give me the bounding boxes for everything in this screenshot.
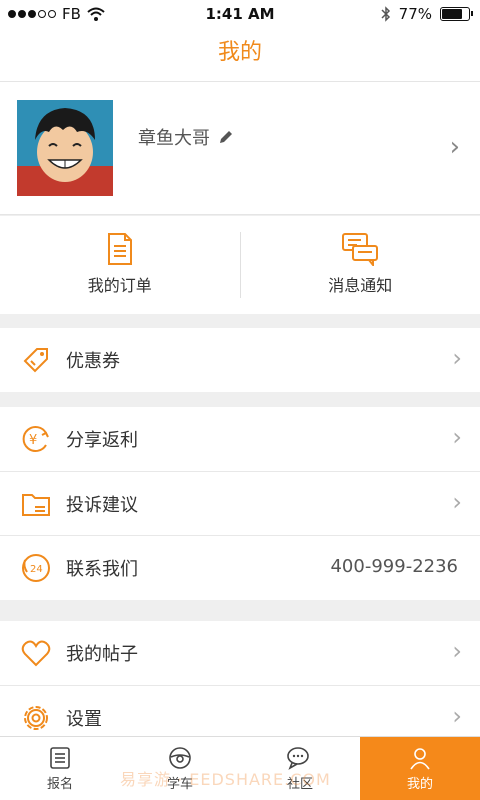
nav-bar: 我的 (0, 28, 480, 82)
menu-item-complaints[interactable]: 投诉建议 › (0, 472, 480, 536)
yen-rebate-icon: ¥ (22, 426, 49, 452)
svg-text:24: 24 (30, 564, 43, 575)
tag-icon (23, 348, 48, 373)
folder-icon (22, 494, 50, 516)
avatar[interactable] (17, 100, 113, 196)
battery-icon (440, 7, 473, 21)
heart-icon (21, 640, 51, 667)
battery-percent: 77% (398, 5, 432, 23)
settings-label: 设置 (66, 709, 102, 730)
menu-item-coupons[interactable]: 优惠券 › (0, 328, 480, 392)
chevron-right-icon: › (452, 488, 462, 516)
tab-me[interactable]: 我的 (360, 737, 480, 800)
menu-item-contact[interactable]: 24 联系我们 400-999-2236 (0, 536, 480, 600)
page-title: 我的 (217, 40, 262, 65)
chat-bubbles-icon (342, 233, 379, 266)
notifications-label: 消息通知 (328, 276, 393, 295)
chevron-right-icon: › (452, 702, 462, 730)
contact-phone[interactable]: 400-999-2236 (330, 556, 458, 577)
quick-actions: 我的订单 消息通知 (0, 216, 480, 314)
coupons-label: 优惠券 (66, 351, 120, 372)
watermark: 易享游 · EEDSHARE.COM (120, 770, 331, 789)
chevron-right-icon: › (452, 344, 462, 372)
share-rebate-label: 分享返利 (66, 430, 138, 451)
chevron-right-icon: › (452, 637, 462, 665)
gear-icon (24, 706, 48, 730)
person-icon (410, 747, 430, 769)
my-posts-label: 我的帖子 (66, 644, 138, 665)
phone-24h-icon: 24 (22, 554, 50, 582)
status-bar: FB 1:41 AM 77% (0, 0, 480, 28)
tab-label: 报名 (46, 776, 73, 792)
contact-label: 联系我们 (66, 559, 138, 580)
pencil-icon[interactable] (218, 129, 234, 145)
bluetooth-icon (381, 6, 390, 22)
username: 章鱼大哥 (138, 128, 210, 149)
svg-text:¥: ¥ (29, 433, 37, 448)
complaints-label: 投诉建议 (66, 495, 138, 516)
my-orders-label: 我的订单 (87, 276, 152, 295)
tab-signup[interactable]: 报名 (0, 737, 120, 800)
tab-label: 我的 (406, 776, 433, 792)
menu-item-share-rebate[interactable]: ¥ 分享返利 › (0, 407, 480, 471)
profile-card[interactable]: 章鱼大哥 › (0, 82, 480, 215)
menu-item-my-posts[interactable]: 我的帖子 › (0, 621, 480, 685)
list-icon (50, 746, 70, 769)
document-icon (107, 233, 132, 265)
chevron-right-icon: › (452, 423, 462, 451)
chevron-right-icon: › (449, 132, 460, 162)
notifications-button[interactable]: 消息通知 (241, 216, 480, 314)
my-orders-button[interactable]: 我的订单 (0, 216, 240, 314)
